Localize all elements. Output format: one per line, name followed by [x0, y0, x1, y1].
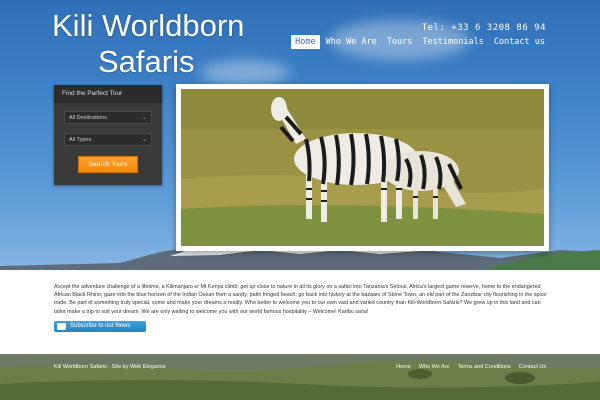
nav-tours[interactable]: Tours — [383, 35, 417, 49]
footer-link-home[interactable]: Home — [396, 364, 411, 370]
footer-nav: Home Who We Are Terms and Conditions Con… — [396, 364, 546, 370]
search-tours-button[interactable]: Search Tours — [78, 156, 138, 173]
nav-home[interactable]: Home — [291, 35, 320, 49]
site-footer: Kili Worldborn Safaris - Site by Web Ele… — [0, 354, 600, 400]
mail-icon — [57, 323, 66, 330]
intro-section: Accept the adventure challenge of a life… — [0, 270, 600, 354]
tour-finder-panel: Find the Parfect Tour All Destinations ⌄… — [54, 85, 162, 185]
footer-credit: Kili Worldborn Safaris - Site by Web Ele… — [54, 364, 166, 370]
finder-title: Find the Parfect Tour — [54, 85, 162, 103]
savanna-landscape — [0, 354, 600, 400]
logo-line2: Safaris — [98, 44, 195, 79]
hero-photo-frame — [176, 84, 549, 251]
nav-contact-us[interactable]: Contact us — [490, 35, 549, 49]
hero-banner: Kili Worldborn Safaris Tel: +33 6 3208 8… — [0, 0, 600, 270]
telephone-number: Tel: +33 6 3208 86 94 — [421, 23, 546, 33]
nav-testimonials[interactable]: Testimonials — [418, 35, 487, 49]
subscribe-label: Subscribe to our News — [70, 323, 131, 329]
destinations-value: All Destinations — [69, 115, 107, 121]
destinations-select[interactable]: All Destinations ⌄ — [64, 111, 152, 124]
chevron-down-icon: ⌄ — [141, 115, 147, 121]
footer-link-terms[interactable]: Terms and Conditions — [458, 364, 511, 370]
zebra-photo — [181, 89, 544, 246]
logo-line1: Kili Worldborn — [52, 8, 245, 43]
chevron-down-icon: ⌄ — [141, 137, 147, 143]
site-logo[interactable]: Kili Worldborn Safaris — [52, 8, 252, 80]
types-select[interactable]: All Types ⌄ — [64, 133, 152, 146]
footer-link-contact[interactable]: Contact Us — [519, 364, 546, 370]
footer-link-who-we-are[interactable]: Who We Are — [419, 364, 450, 370]
zebra-illustration — [181, 89, 544, 246]
nav-who-we-are[interactable]: Who We Are — [322, 35, 381, 49]
intro-text: Accept the adventure challenge of a life… — [54, 284, 547, 315]
types-value: All Types — [69, 137, 92, 143]
subscribe-button[interactable]: Subscribe to our News — [54, 321, 146, 332]
main-nav: Home Who We Are Tours Testimonials Conta… — [291, 35, 549, 49]
